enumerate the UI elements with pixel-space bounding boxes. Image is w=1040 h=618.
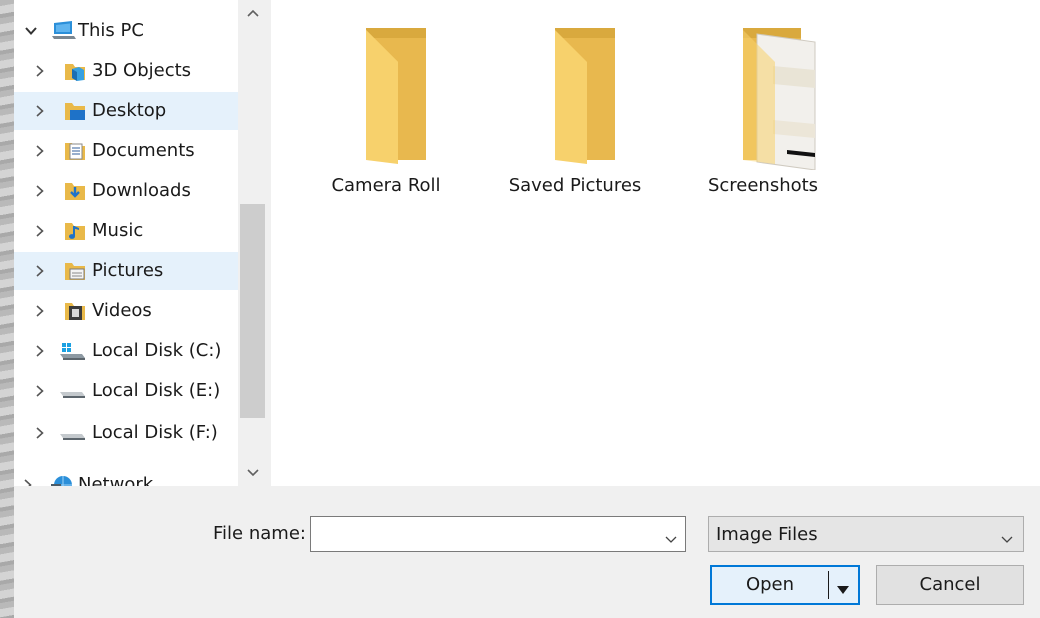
pictures-folder-icon bbox=[64, 260, 86, 282]
file-list-pane[interactable]: Camera Roll Saved Pictures Screenshots bbox=[271, 0, 1040, 486]
chevron-down-icon[interactable] bbox=[25, 25, 37, 37]
nav-item-desktop[interactable]: Desktop bbox=[14, 92, 238, 130]
folder-icon bbox=[713, 20, 816, 171]
open-split-button[interactable]: Open bbox=[710, 565, 860, 605]
dialog-footer: File name: Image Files Open Cancel bbox=[14, 486, 1040, 618]
nav-label: Documents bbox=[92, 140, 195, 161]
nav-item-downloads[interactable]: Downloads bbox=[14, 172, 238, 210]
chevron-down-icon[interactable] bbox=[665, 529, 677, 549]
chevron-right-icon[interactable] bbox=[34, 305, 46, 317]
folder-icon bbox=[525, 20, 625, 170]
file-name-input[interactable] bbox=[317, 521, 651, 549]
computer-icon bbox=[52, 20, 76, 42]
nav-item-documents[interactable]: Documents bbox=[14, 132, 238, 170]
dropdown-arrow-icon[interactable] bbox=[836, 580, 850, 600]
folder-name: Screenshots bbox=[707, 175, 819, 196]
nav-item-local-disk-c[interactable]: Local Disk (C:) bbox=[14, 332, 238, 370]
navigation-scrollbar[interactable] bbox=[238, 0, 267, 486]
nav-item-pictures[interactable]: Pictures bbox=[14, 252, 238, 290]
folder-icon bbox=[336, 20, 436, 170]
chevron-down-icon[interactable] bbox=[1001, 529, 1013, 549]
nav-label: Local Disk (F:) bbox=[92, 422, 218, 443]
open-button-label[interactable]: Open bbox=[712, 567, 828, 603]
system-drive-icon bbox=[60, 340, 85, 362]
network-icon bbox=[50, 474, 72, 486]
file-type-select[interactable]: Image Files bbox=[708, 516, 1024, 552]
chevron-right-icon[interactable] bbox=[34, 345, 46, 357]
file-type-value: Image Files bbox=[716, 524, 818, 545]
chevron-right-icon[interactable] bbox=[34, 385, 46, 397]
chevron-right-icon[interactable] bbox=[34, 427, 46, 439]
chevron-right-icon[interactable] bbox=[34, 145, 46, 157]
cancel-button[interactable]: Cancel bbox=[876, 565, 1024, 605]
nav-label: 3D Objects bbox=[92, 60, 192, 81]
downloads-folder-icon bbox=[64, 180, 86, 202]
nav-label: Pictures bbox=[92, 260, 164, 281]
navigation-pane[interactable]: This PC 3D Objects Desktop Documents Dow… bbox=[14, 0, 238, 486]
nav-label: Videos bbox=[92, 300, 152, 321]
folder-item-saved-pictures[interactable]: Saved Pictures bbox=[490, 20, 660, 210]
chevron-right-icon[interactable] bbox=[34, 105, 46, 117]
file-name-combobox[interactable] bbox=[310, 516, 686, 552]
nav-item-local-disk-f[interactable]: Local Disk (F:) bbox=[14, 414, 238, 452]
nav-label: This PC bbox=[78, 20, 144, 41]
scrollbar-thumb[interactable] bbox=[240, 204, 265, 418]
chevron-right-icon[interactable] bbox=[34, 225, 46, 237]
drive-icon bbox=[60, 380, 85, 402]
folder-name: Camera Roll bbox=[331, 175, 441, 196]
file-name-label: File name: bbox=[213, 523, 306, 544]
drive-icon bbox=[60, 422, 85, 444]
documents-folder-icon bbox=[64, 140, 86, 162]
nav-item-3d-objects[interactable]: 3D Objects bbox=[14, 52, 238, 90]
nav-label: Network bbox=[78, 474, 154, 486]
folder-name: Saved Pictures bbox=[508, 175, 642, 196]
nav-item-network[interactable]: Network bbox=[14, 466, 238, 486]
chevron-right-icon[interactable] bbox=[34, 265, 46, 277]
desktop-folder-icon bbox=[64, 100, 86, 122]
nav-label: Local Disk (E:) bbox=[92, 380, 221, 401]
nav-item-music[interactable]: Music bbox=[14, 212, 238, 250]
chevron-right-icon[interactable] bbox=[22, 479, 34, 486]
videos-folder-icon bbox=[64, 300, 86, 322]
chevron-right-icon[interactable] bbox=[34, 185, 46, 197]
music-folder-icon bbox=[64, 220, 86, 242]
scroll-down-icon[interactable] bbox=[238, 460, 267, 486]
folder-item-screenshots[interactable]: Screenshots bbox=[678, 20, 848, 210]
nav-label: Music bbox=[92, 220, 144, 241]
scroll-up-icon[interactable] bbox=[238, 0, 267, 26]
split-separator bbox=[828, 571, 829, 599]
desktop-background bbox=[0, 0, 14, 618]
nav-item-local-disk-e[interactable]: Local Disk (E:) bbox=[14, 372, 238, 410]
nav-label: Local Disk (C:) bbox=[92, 340, 222, 361]
nav-item-videos[interactable]: Videos bbox=[14, 292, 238, 330]
nav-item-this-pc[interactable]: This PC bbox=[14, 12, 238, 50]
nav-label: Downloads bbox=[92, 180, 191, 201]
nav-label: Desktop bbox=[92, 100, 167, 121]
chevron-right-icon[interactable] bbox=[34, 65, 46, 77]
folder-item-camera-roll[interactable]: Camera Roll bbox=[301, 20, 471, 210]
3d-objects-icon bbox=[64, 60, 86, 82]
